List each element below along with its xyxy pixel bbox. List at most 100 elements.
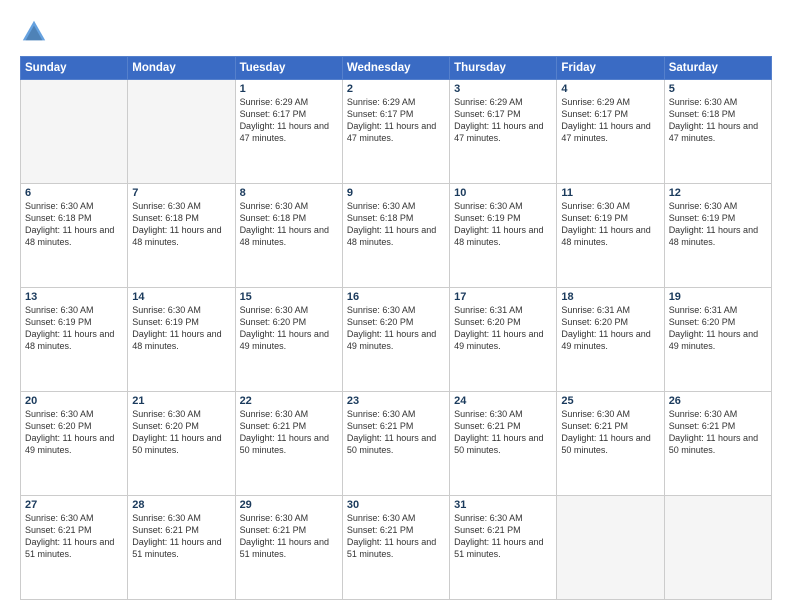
day-info: Sunrise: 6:30 AM Sunset: 6:21 PM Dayligh… xyxy=(454,408,552,457)
weekday-header: Tuesday xyxy=(235,57,342,80)
weekday-header: Wednesday xyxy=(342,57,449,80)
day-number: 1 xyxy=(240,83,338,95)
day-info: Sunrise: 6:30 AM Sunset: 6:19 PM Dayligh… xyxy=(669,200,767,249)
calendar-cell: 12Sunrise: 6:30 AM Sunset: 6:19 PM Dayli… xyxy=(664,184,771,288)
calendar-cell: 27Sunrise: 6:30 AM Sunset: 6:21 PM Dayli… xyxy=(21,496,128,600)
calendar-cell: 14Sunrise: 6:30 AM Sunset: 6:19 PM Dayli… xyxy=(128,288,235,392)
weekday-header: Monday xyxy=(128,57,235,80)
day-info: Sunrise: 6:30 AM Sunset: 6:19 PM Dayligh… xyxy=(132,304,230,353)
weekday-header: Thursday xyxy=(450,57,557,80)
calendar-cell: 8Sunrise: 6:30 AM Sunset: 6:18 PM Daylig… xyxy=(235,184,342,288)
header xyxy=(20,18,772,46)
day-info: Sunrise: 6:30 AM Sunset: 6:19 PM Dayligh… xyxy=(25,304,123,353)
day-info: Sunrise: 6:30 AM Sunset: 6:20 PM Dayligh… xyxy=(132,408,230,457)
calendar-cell: 6Sunrise: 6:30 AM Sunset: 6:18 PM Daylig… xyxy=(21,184,128,288)
day-number: 20 xyxy=(25,395,123,407)
day-info: Sunrise: 6:30 AM Sunset: 6:19 PM Dayligh… xyxy=(454,200,552,249)
calendar-cell: 26Sunrise: 6:30 AM Sunset: 6:21 PM Dayli… xyxy=(664,392,771,496)
calendar-cell: 17Sunrise: 6:31 AM Sunset: 6:20 PM Dayli… xyxy=(450,288,557,392)
day-number: 13 xyxy=(25,291,123,303)
day-number: 14 xyxy=(132,291,230,303)
day-number: 11 xyxy=(561,187,659,199)
calendar-cell: 9Sunrise: 6:30 AM Sunset: 6:18 PM Daylig… xyxy=(342,184,449,288)
calendar-cell: 19Sunrise: 6:31 AM Sunset: 6:20 PM Dayli… xyxy=(664,288,771,392)
day-info: Sunrise: 6:29 AM Sunset: 6:17 PM Dayligh… xyxy=(240,96,338,145)
day-number: 22 xyxy=(240,395,338,407)
weekday-header: Sunday xyxy=(21,57,128,80)
calendar-week-row: 20Sunrise: 6:30 AM Sunset: 6:20 PM Dayli… xyxy=(21,392,772,496)
calendar-cell: 25Sunrise: 6:30 AM Sunset: 6:21 PM Dayli… xyxy=(557,392,664,496)
day-number: 4 xyxy=(561,83,659,95)
calendar-cell: 31Sunrise: 6:30 AM Sunset: 6:21 PM Dayli… xyxy=(450,496,557,600)
day-info: Sunrise: 6:30 AM Sunset: 6:18 PM Dayligh… xyxy=(132,200,230,249)
day-info: Sunrise: 6:30 AM Sunset: 6:18 PM Dayligh… xyxy=(240,200,338,249)
day-info: Sunrise: 6:30 AM Sunset: 6:21 PM Dayligh… xyxy=(454,512,552,561)
day-number: 30 xyxy=(347,499,445,511)
logo xyxy=(20,18,52,46)
calendar-cell: 16Sunrise: 6:30 AM Sunset: 6:20 PM Dayli… xyxy=(342,288,449,392)
calendar-cell: 20Sunrise: 6:30 AM Sunset: 6:20 PM Dayli… xyxy=(21,392,128,496)
day-number: 15 xyxy=(240,291,338,303)
calendar-cell: 5Sunrise: 6:30 AM Sunset: 6:18 PM Daylig… xyxy=(664,80,771,184)
calendar-cell: 1Sunrise: 6:29 AM Sunset: 6:17 PM Daylig… xyxy=(235,80,342,184)
day-info: Sunrise: 6:30 AM Sunset: 6:20 PM Dayligh… xyxy=(347,304,445,353)
weekday-header: Saturday xyxy=(664,57,771,80)
calendar-cell: 29Sunrise: 6:30 AM Sunset: 6:21 PM Dayli… xyxy=(235,496,342,600)
day-number: 3 xyxy=(454,83,552,95)
day-info: Sunrise: 6:30 AM Sunset: 6:19 PM Dayligh… xyxy=(561,200,659,249)
calendar-cell: 18Sunrise: 6:31 AM Sunset: 6:20 PM Dayli… xyxy=(557,288,664,392)
day-number: 25 xyxy=(561,395,659,407)
calendar-cell xyxy=(21,80,128,184)
calendar-week-row: 1Sunrise: 6:29 AM Sunset: 6:17 PM Daylig… xyxy=(21,80,772,184)
day-info: Sunrise: 6:30 AM Sunset: 6:21 PM Dayligh… xyxy=(669,408,767,457)
day-number: 23 xyxy=(347,395,445,407)
day-number: 2 xyxy=(347,83,445,95)
calendar-week-row: 13Sunrise: 6:30 AM Sunset: 6:19 PM Dayli… xyxy=(21,288,772,392)
calendar-cell: 22Sunrise: 6:30 AM Sunset: 6:21 PM Dayli… xyxy=(235,392,342,496)
day-number: 5 xyxy=(669,83,767,95)
calendar-cell: 10Sunrise: 6:30 AM Sunset: 6:19 PM Dayli… xyxy=(450,184,557,288)
calendar-cell: 30Sunrise: 6:30 AM Sunset: 6:21 PM Dayli… xyxy=(342,496,449,600)
day-number: 17 xyxy=(454,291,552,303)
day-number: 12 xyxy=(669,187,767,199)
weekday-header: Friday xyxy=(557,57,664,80)
calendar-cell xyxy=(128,80,235,184)
day-number: 10 xyxy=(454,187,552,199)
day-info: Sunrise: 6:29 AM Sunset: 6:17 PM Dayligh… xyxy=(347,96,445,145)
calendar-cell: 3Sunrise: 6:29 AM Sunset: 6:17 PM Daylig… xyxy=(450,80,557,184)
day-number: 26 xyxy=(669,395,767,407)
calendar-table: SundayMondayTuesdayWednesdayThursdayFrid… xyxy=(20,56,772,600)
day-number: 8 xyxy=(240,187,338,199)
calendar-week-row: 6 Sunrise: 6:30 AM Sunset: 6:18 PM Daylig… xyxy=(21,184,772,288)
day-info: Sunrise: 6:30 AM Sunset: 6:21 PM Dayligh… xyxy=(132,512,230,561)
day-info: Sunrise: 6:30 AM Sunset: 6:20 PM Dayligh… xyxy=(25,408,123,457)
day-number: 9 xyxy=(347,187,445,199)
day-number: 27 xyxy=(25,499,123,511)
calendar-cell: 2Sunrise: 6:29 AM Sunset: 6:17 PM Daylig… xyxy=(342,80,449,184)
day-number: 6 xyxy=(25,187,123,199)
day-info: Sunrise: 6:30 AM Sunset: 6:18 PM Dayligh… xyxy=(347,200,445,249)
day-info: Sunrise: 6:31 AM Sunset: 6:20 PM Dayligh… xyxy=(561,304,659,353)
day-info: Sunrise: 6:30 AM Sunset: 6:21 PM Dayligh… xyxy=(561,408,659,457)
day-info: Sunrise: 6:29 AM Sunset: 6:17 PM Dayligh… xyxy=(561,96,659,145)
calendar-week-row: 27Sunrise: 6:30 AM Sunset: 6:21 PM Dayli… xyxy=(21,496,772,600)
day-number: 21 xyxy=(132,395,230,407)
day-info: Sunrise: 6:30 AM Sunset: 6:21 PM Dayligh… xyxy=(240,408,338,457)
day-info: Sunrise: 6:31 AM Sunset: 6:20 PM Dayligh… xyxy=(454,304,552,353)
day-info: Sunrise: 6:30 AM Sunset: 6:21 PM Dayligh… xyxy=(25,512,123,561)
calendar-cell: 13Sunrise: 6:30 AM Sunset: 6:19 PM Dayli… xyxy=(21,288,128,392)
page: SundayMondayTuesdayWednesdayThursdayFrid… xyxy=(0,0,792,612)
day-info: Sunrise: 6:30 AM Sunset: 6:18 PM Dayligh… xyxy=(669,96,767,145)
day-info: Sunrise: 6:30 AM Sunset: 6:21 PM Dayligh… xyxy=(347,408,445,457)
day-number: 24 xyxy=(454,395,552,407)
calendar-cell: 24Sunrise: 6:30 AM Sunset: 6:21 PM Dayli… xyxy=(450,392,557,496)
day-number: 19 xyxy=(669,291,767,303)
day-number: 18 xyxy=(561,291,659,303)
day-info: Sunrise: 6:30 AM Sunset: 6:21 PM Dayligh… xyxy=(347,512,445,561)
day-number: 28 xyxy=(132,499,230,511)
day-info: Sunrise: 6:29 AM Sunset: 6:17 PM Dayligh… xyxy=(454,96,552,145)
calendar-cell: 23Sunrise: 6:30 AM Sunset: 6:21 PM Dayli… xyxy=(342,392,449,496)
calendar-cell: 21Sunrise: 6:30 AM Sunset: 6:20 PM Dayli… xyxy=(128,392,235,496)
calendar-cell xyxy=(557,496,664,600)
logo-icon xyxy=(20,18,48,46)
